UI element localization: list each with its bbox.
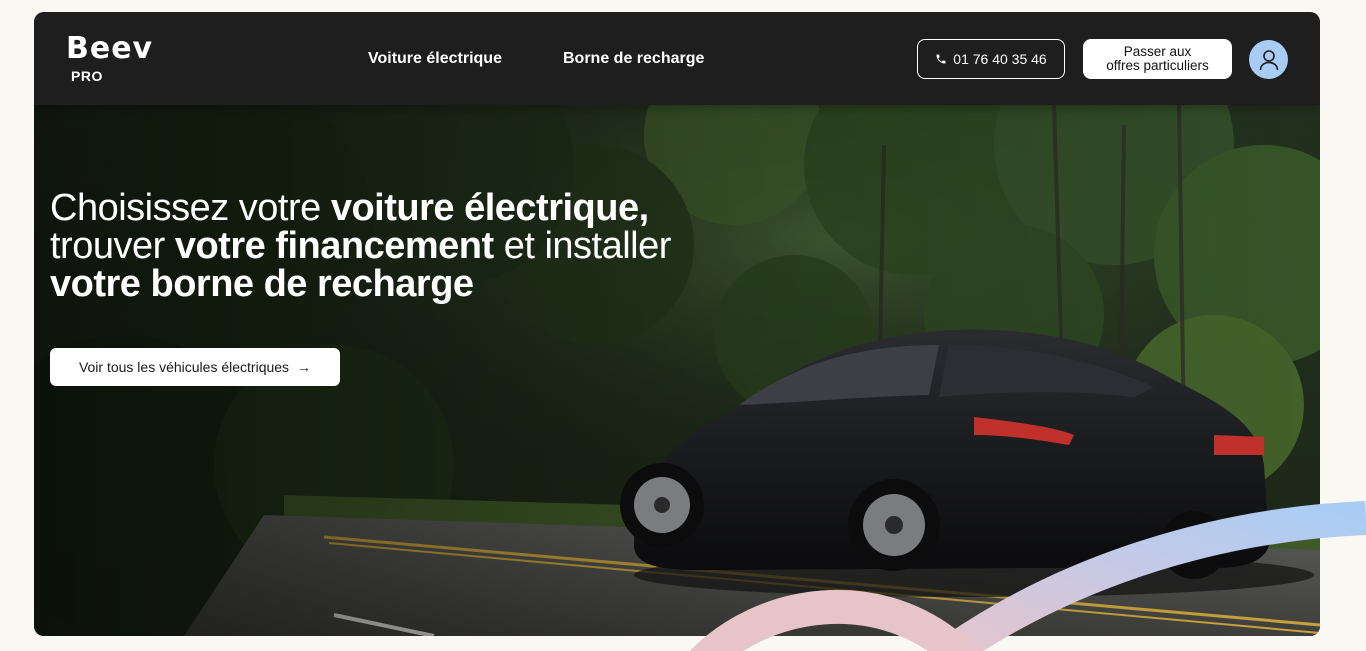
- hero-heading-line1: Choisissez votre voiture électrique,: [50, 187, 649, 229]
- logo-subtitle: PRO: [71, 68, 103, 84]
- hero-card: Beev PRO Voiture électrique Borne de rec…: [34, 12, 1320, 636]
- logo-wordmark: Beev: [66, 31, 154, 66]
- hero-heading: Choisissez votre voiture électrique, tro…: [50, 189, 671, 303]
- switch-button-label: Passer aux offres particuliers: [1106, 45, 1209, 73]
- nav-link-voiture-electrique[interactable]: Voiture électrique: [368, 50, 502, 68]
- cta-label: Voir tous les véhicules électriques: [78, 359, 290, 375]
- switch-label-line2: offres particuliers: [1106, 58, 1209, 73]
- hero-heading-line3: votre borne de recharge: [50, 263, 474, 305]
- phone-number: 01 76 40 35 46: [953, 51, 1047, 67]
- navbar: Beev PRO Voiture électrique Borne de rec…: [34, 12, 1320, 105]
- view-all-vehicles-button[interactable]: Voir tous les véhicules électriques →: [50, 348, 340, 386]
- phone-icon: [936, 54, 946, 64]
- switch-label-line1: Passer aux: [1123, 44, 1192, 59]
- logo[interactable]: Beev PRO: [66, 31, 154, 85]
- hero-section: Choisissez votre voiture électrique, tro…: [34, 105, 1320, 636]
- hero-heading-line2: trouver votre financement et installer: [50, 225, 671, 267]
- phone-button[interactable]: 01 76 40 35 46: [917, 39, 1065, 79]
- arrow-right-icon: →: [297, 359, 312, 375]
- user-icon: [1259, 49, 1278, 70]
- switch-to-personal-button[interactable]: Passer aux offres particuliers: [1083, 39, 1232, 79]
- account-button[interactable]: [1249, 40, 1288, 79]
- nav-link-borne-de-recharge[interactable]: Borne de recharge: [563, 50, 704, 68]
